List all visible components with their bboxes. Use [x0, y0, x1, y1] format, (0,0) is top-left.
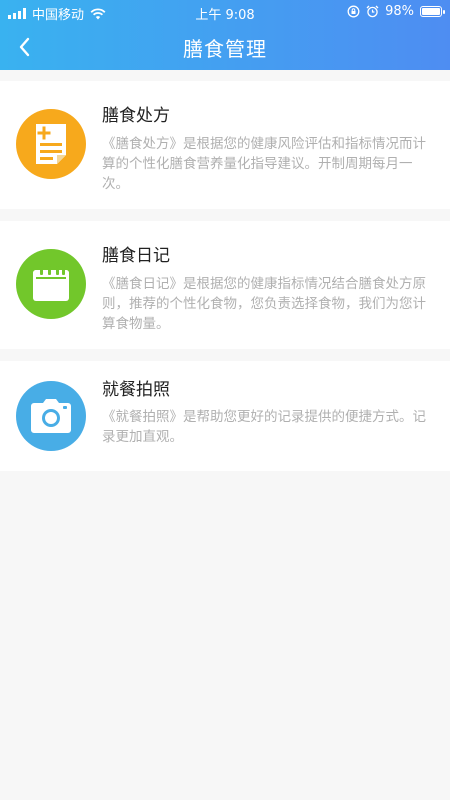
page-title: 膳食管理 [183, 37, 267, 61]
menu-item-meal-photo[interactable]: 就餐拍照 《就餐拍照》是帮助您更好的记录提供的便捷方式。记录更加直观。 [0, 361, 450, 471]
battery-percent: 98% [385, 4, 414, 19]
prescription-doc-icon [36, 124, 66, 164]
menu-item-diet-diary[interactable]: 膳食日记 《膳食日记》是根据您的健康指标情况结合膳食处方原则，推荐的个性化食物，… [0, 221, 450, 349]
prescription-icon-badge [16, 109, 86, 179]
alarm-icon [366, 5, 379, 18]
battery-icon [420, 6, 445, 17]
menu-item-description: 《就餐拍照》是帮助您更好的记录提供的便捷方式。记录更加直观。 [102, 409, 426, 445]
camera-icon [31, 399, 71, 433]
orientation-lock-icon [347, 5, 360, 18]
menu-item-title: 就餐拍照 [102, 380, 170, 400]
nav-bar: 膳食管理 [0, 24, 450, 70]
status-bar: 中国移动 上午 9:08 98% [0, 0, 450, 24]
diary-icon-badge [16, 249, 86, 319]
menu-item-description: 《膳食日记》是根据您的健康指标情况结合膳食处方原则，推荐的个性化食物，您负责选择… [102, 276, 426, 332]
menu-item-description: 《膳食处方》是根据您的健康风险评估和指标情况而计算的个性化膳食营养量化指导建议。… [102, 136, 426, 192]
menu-item-diet-prescription[interactable]: 膳食处方 《膳食处方》是根据您的健康风险评估和指标情况而计算的个性化膳食营养量化… [0, 81, 450, 209]
menu-item-title: 膳食处方 [102, 106, 170, 126]
app-header: 中国移动 上午 9:08 98% 膳食管理 [0, 0, 450, 70]
calendar-icon [33, 266, 69, 301]
menu-list: 膳食处方 《膳食处方》是根据您的健康风险评估和指标情况而计算的个性化膳食营养量化… [0, 81, 450, 483]
photo-icon-badge [16, 381, 86, 451]
menu-item-title: 膳食日记 [102, 246, 170, 266]
